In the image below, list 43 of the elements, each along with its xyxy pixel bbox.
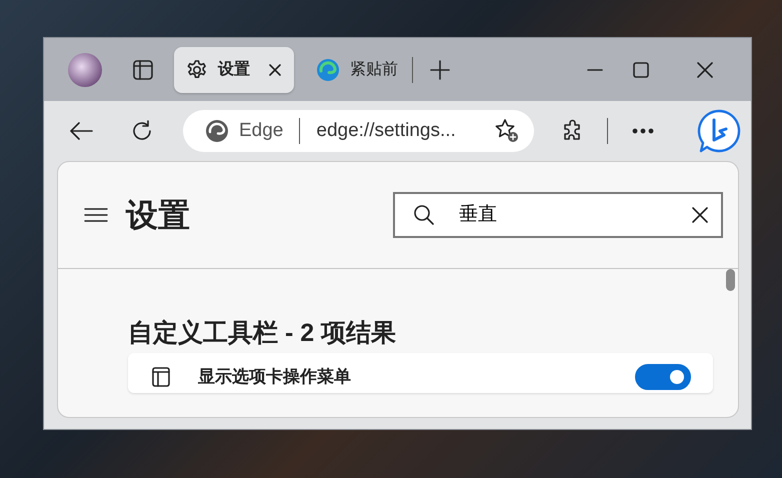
more-button[interactable] [632,128,654,134]
toggle-switch[interactable] [635,364,691,390]
browser-logo-icon [205,119,229,143]
refresh-icon [130,119,154,143]
new-tab-button[interactable] [429,58,451,80]
maximize-button[interactable] [633,60,649,78]
minimize-icon [587,68,603,70]
address-bar[interactable]: Edge edge://settings... [183,110,534,152]
star-plus-icon [494,118,520,144]
vertical-tabs-icon [132,58,154,80]
maximize-icon [633,62,649,78]
tab-title: 紧贴前 [350,60,398,80]
search-field[interactable]: 垂直 [393,192,723,238]
setting-label: 显示选项卡操作菜单 [198,366,351,388]
refresh-button[interactable] [130,119,154,143]
site-label: Edge [239,118,284,143]
browser-tab[interactable]: 设置 [174,46,294,92]
more-icon [632,128,654,134]
close-tab-button[interactable] [268,62,282,76]
browser-logo-icon [316,58,340,82]
close-button[interactable] [697,60,713,78]
tab-menu-icon [150,366,172,388]
add-favorite-button[interactable] [494,118,520,144]
menu-icon [84,207,108,223]
search-input[interactable]: 垂直 [457,200,669,230]
gear-icon [186,58,208,80]
back-arrow-icon [68,120,94,142]
url-text: edge://settings... [316,118,456,143]
chat-bubble-logo-icon [697,109,741,153]
close-icon [268,62,282,76]
page-title: 设置 [126,196,190,235]
menu-button[interactable] [84,207,108,223]
search-icon [413,204,435,226]
tab-title: 设置 [218,60,250,80]
scrollbar-thumb[interactable] [726,269,735,291]
copilot-button[interactable] [697,109,741,153]
plus-icon [429,58,451,80]
profile-avatar[interactable] [68,52,102,86]
clear-icon[interactable] [691,206,709,224]
close-icon [697,62,713,78]
browser-tab[interactable]: 紧贴前 [304,46,410,92]
back-button[interactable] [68,120,94,142]
section-heading: 自定义工具栏 - 2 项结果 [128,319,396,347]
